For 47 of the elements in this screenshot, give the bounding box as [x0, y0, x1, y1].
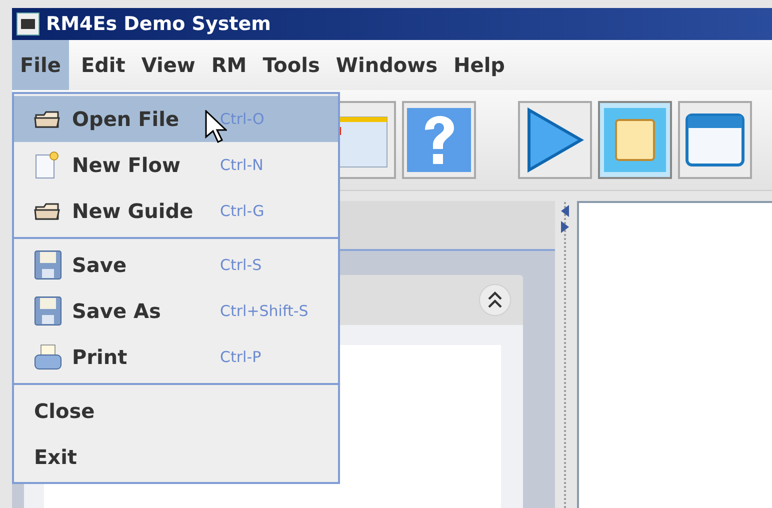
menu-item[interactable]: New Flow Ctrl-N	[14, 142, 338, 188]
toolbar-button[interactable]	[678, 101, 752, 179]
menu-item-label: Save	[72, 253, 128, 277]
menu[interactable]: Help	[446, 40, 513, 90]
window-icon	[685, 113, 745, 167]
right-arrow-icon[interactable]	[561, 221, 569, 233]
shortcut-label: Ctrl-P	[220, 348, 262, 366]
menu[interactable]: Edit	[72, 40, 134, 90]
shortcut-label: Ctrl+Shift-S	[220, 302, 310, 320]
menu[interactable]: File	[12, 40, 69, 90]
window-title: RM4Es Demo System	[46, 13, 271, 35]
menu-item-label: New Guide	[72, 199, 194, 223]
menu-item-label: Print	[72, 345, 128, 369]
menu[interactable]: Tools	[254, 40, 328, 90]
folder-icon	[34, 109, 62, 129]
menu[interactable]: Windows	[328, 40, 446, 90]
toolbar-button[interactable]	[402, 101, 476, 179]
menu-item-label: Exit	[34, 445, 78, 469]
help-icon	[407, 108, 471, 172]
printer-icon	[34, 343, 62, 371]
double-chevron-up-icon	[487, 291, 503, 309]
play-icon	[525, 107, 585, 173]
menu-item[interactable]: New Guide Ctrl-G	[14, 188, 338, 234]
collapse-button[interactable]	[479, 284, 511, 316]
menu-item-label: Open File	[72, 107, 180, 131]
folder-icon	[34, 201, 62, 221]
menu-item-label: New Flow	[72, 153, 182, 177]
square-icon	[604, 108, 666, 172]
menu[interactable]: RM	[203, 40, 255, 90]
menu-item[interactable]: Close	[14, 388, 338, 434]
app-logo-icon	[16, 12, 40, 36]
menu[interactable]: View	[133, 40, 204, 90]
shortcut-label: Ctrl-N	[220, 156, 264, 174]
toolbar-button[interactable]	[518, 101, 592, 179]
new-document-icon	[34, 150, 60, 180]
menu-item-label: Save As	[72, 299, 162, 323]
shortcut-label: Ctrl-G	[220, 202, 266, 220]
toolbar-button[interactable]	[598, 101, 672, 179]
shortcut-label: Ctrl-S	[220, 256, 263, 274]
shortcut-label: Ctrl-O	[220, 110, 266, 128]
menu-item[interactable]: Save Ctrl-S	[14, 242, 338, 288]
menu-item[interactable]: Save As Ctrl+Shift-S	[14, 288, 338, 334]
menu-item-label: Close	[34, 399, 96, 423]
menu-item[interactable]: Exit	[14, 434, 338, 480]
menu-item[interactable]: Print Ctrl-P	[14, 334, 338, 380]
left-arrow-icon[interactable]	[561, 205, 569, 217]
menu-item[interactable]: Open File Ctrl-O	[14, 96, 338, 142]
